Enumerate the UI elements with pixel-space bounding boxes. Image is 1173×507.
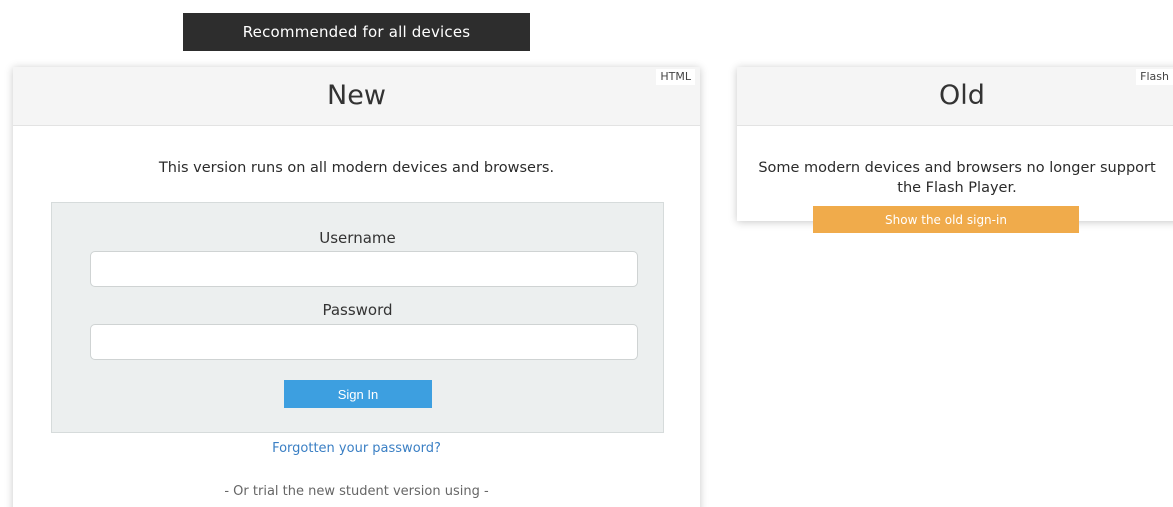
show-old-signin-button[interactable]: Show the old sign-in bbox=[813, 206, 1079, 233]
username-input[interactable] bbox=[90, 251, 638, 287]
flash-version-tag: Flash bbox=[1136, 69, 1173, 85]
old-panel-title: Old bbox=[939, 80, 985, 111]
new-signin-panel: New HTML This version runs on all modern… bbox=[13, 67, 700, 507]
forgot-password-link[interactable]: Forgotten your password? bbox=[13, 441, 700, 456]
sign-in-button[interactable]: Sign In bbox=[284, 380, 432, 408]
old-panel-header: Old Flash bbox=[737, 67, 1173, 126]
new-panel-header: New HTML bbox=[13, 67, 700, 126]
html-version-tag: HTML bbox=[656, 69, 695, 85]
recommended-banner: Recommended for all devices bbox=[183, 13, 530, 51]
password-input[interactable] bbox=[90, 324, 638, 360]
new-panel-title: New bbox=[327, 80, 386, 111]
new-panel-description: This version runs on all modern devices … bbox=[158, 160, 555, 176]
signin-form: Username Password Sign In bbox=[51, 202, 664, 433]
page: Recommended for all devices New HTML Thi… bbox=[0, 0, 1173, 507]
password-label: Password bbox=[322, 301, 393, 319]
old-signin-panel: Old Flash Some modern devices and browse… bbox=[737, 67, 1173, 233]
username-label: Username bbox=[319, 229, 396, 247]
trial-version-text: - Or trial the new student version using… bbox=[224, 484, 489, 499]
old-panel-description: Some modern devices and browsers no long… bbox=[758, 160, 1156, 196]
